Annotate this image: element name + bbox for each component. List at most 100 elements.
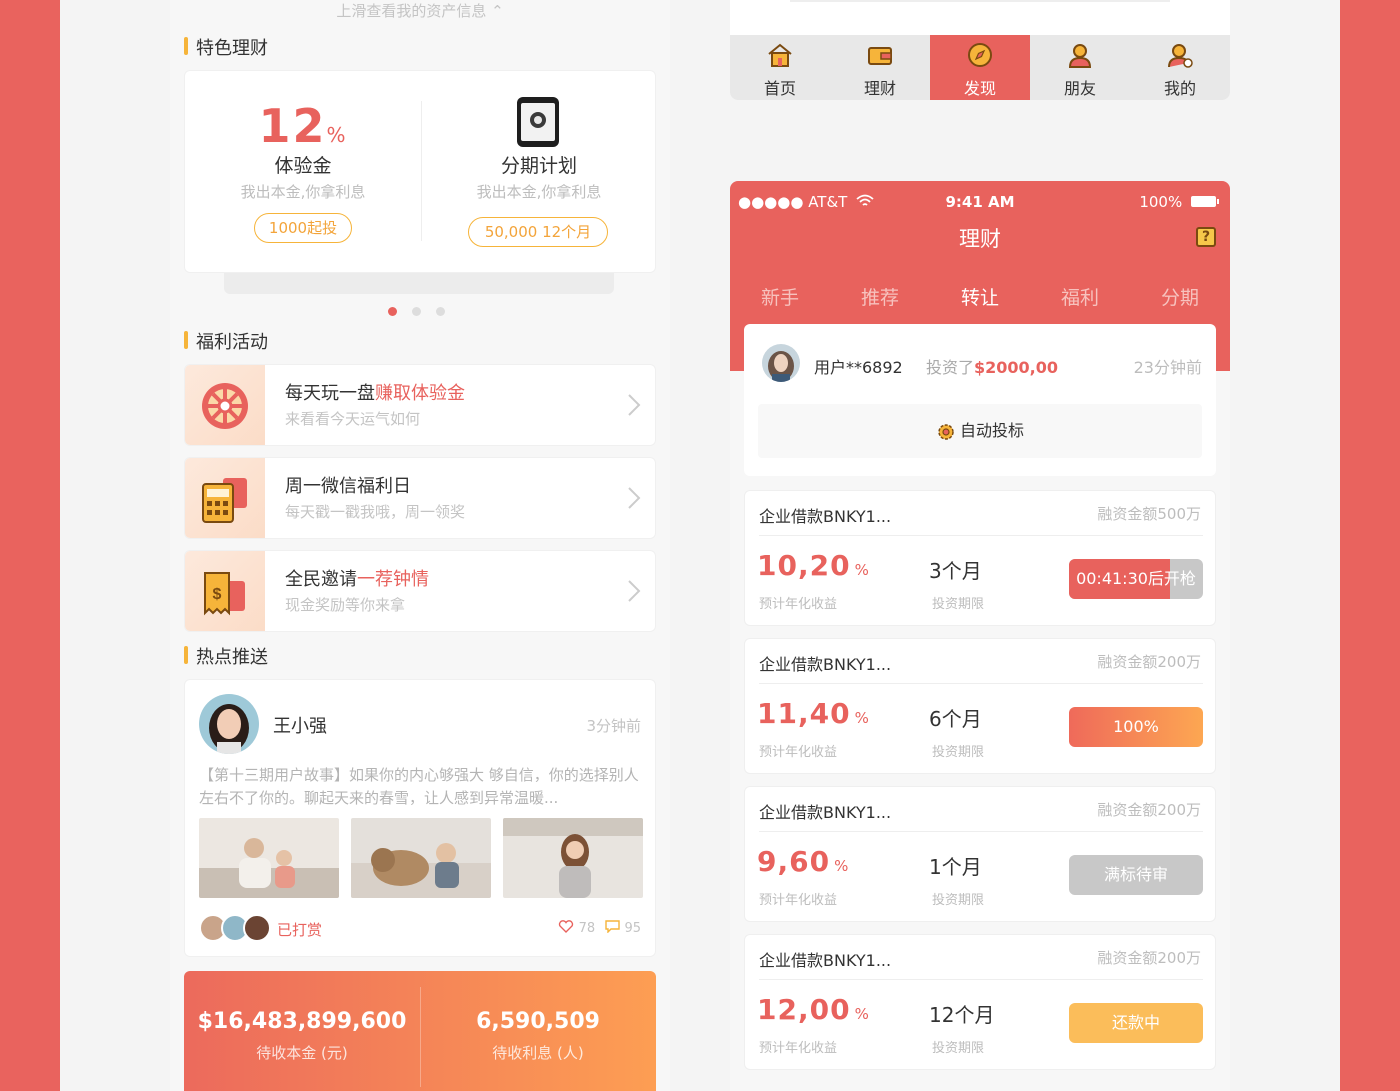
photo-family-image xyxy=(199,818,339,898)
term-label: 投资期限 xyxy=(932,1041,985,1056)
featured-card[interactable]: 12% 体验金 我出本金,你拿利息 1000起投 分期计划 我出本金,你拿利息 … xyxy=(184,70,656,273)
tab-label: 首页 xyxy=(763,79,796,98)
loan-card[interactable]: 企业借款BNKY1... 融资金额200万 9,60% 预计年化收益 1个月 投… xyxy=(744,786,1216,922)
profile-icon xyxy=(1168,44,1193,68)
carousel-dot[interactable] xyxy=(436,307,445,316)
divider xyxy=(759,831,1203,832)
principal-block: $16,483,899,600 待收本金 (元) xyxy=(184,1009,420,1063)
principal-value: $16,483,899,600 xyxy=(197,1009,407,1034)
button-label: 00:41:30后开枪 xyxy=(1076,569,1196,588)
friend-icon xyxy=(1068,44,1092,68)
welfare-item-wheel[interactable]: 每天玩一盘赚取体验金 来看看今天运气如何 xyxy=(184,364,656,446)
section-title-featured: 特色理财 xyxy=(184,34,268,60)
tab-welfare[interactable]: 福利 xyxy=(1030,283,1130,310)
loan-amount: 融资金额500万 xyxy=(1097,505,1201,523)
carousel-dot[interactable] xyxy=(412,307,421,316)
experience-subtitle: 我出本金,你拿利息 xyxy=(240,183,366,201)
photo-dog-image xyxy=(351,818,491,898)
receipt-icon-bg: $ xyxy=(185,551,265,631)
help-icon[interactable]: ? xyxy=(1196,227,1216,247)
welfare-subtitle: 来看看今天运气如何 xyxy=(285,410,421,428)
experience-pill[interactable]: 1000起投 xyxy=(254,213,352,243)
welfare-item-invite[interactable]: $ 全民邀请一荐钟情 现金奖励等你来拿 xyxy=(184,550,656,632)
bottom-tab-bar: 首页 理财 发现 朋友 我的 xyxy=(730,35,1230,100)
rate-unit: % xyxy=(854,561,870,579)
avatar[interactable] xyxy=(199,694,259,754)
divider xyxy=(759,979,1203,980)
loan-card[interactable]: 企业借款BNKY1... 融资金额200万 11,40% 预计年化收益 6个月 … xyxy=(744,638,1216,774)
tab-transfer[interactable]: 转让 xyxy=(930,283,1030,310)
tab-label: 发现 xyxy=(963,79,996,98)
calculator-icon-bg xyxy=(185,458,265,538)
tipper-avatars[interactable] xyxy=(199,913,271,943)
comment-count: 95 xyxy=(624,921,641,936)
welfare-title: 每天玩一盘赚取体验金 xyxy=(285,379,465,405)
heart-icon[interactable] xyxy=(558,920,574,933)
loan-term: 12个月 xyxy=(929,1003,995,1027)
loan-card[interactable]: 企业借款BNKY1... 融资金额500万 10,20% 预计年化收益 3个月 … xyxy=(744,490,1216,626)
post-photo[interactable] xyxy=(199,818,339,898)
gear-icon xyxy=(938,423,954,440)
tab-newbie[interactable]: 新手 xyxy=(730,283,830,310)
principal-label: 待收本金 (元) xyxy=(256,1044,348,1062)
loan-rate: 12,00% xyxy=(757,993,870,1026)
loan-term: 1个月 xyxy=(929,855,982,879)
asset-summary-banner: $16,483,899,600 待收本金 (元) 6,590,509 待收利息 … xyxy=(184,971,656,1091)
experience-gold-column[interactable]: 12% 体验金 我出本金,你拿利息 1000起投 xyxy=(185,71,421,271)
plan-pill[interactable]: 50,000 12个月 xyxy=(468,217,608,247)
invest-progress-button[interactable]: 100% xyxy=(1069,707,1203,747)
status-battery: 100% xyxy=(1139,193,1220,211)
invest-amount: $2000,00 xyxy=(974,358,1059,377)
tab-recommend[interactable]: 推荐 xyxy=(830,283,930,310)
welfare-title-text: 全民邀请 xyxy=(285,569,357,590)
rate-number: 12 xyxy=(258,99,327,153)
loan-rate: 10,20% xyxy=(757,549,870,582)
term-label: 投资期限 xyxy=(932,893,985,908)
tab-label: 理财 xyxy=(863,79,896,98)
welfare-item-wechat[interactable]: 周一微信福利日 每天戳一戳我哦，周一领奖 xyxy=(184,457,656,539)
post-content[interactable]: 【第十三期用户故事】如果你的内心够强大 够自信，你的选择别人左右不了你的。聊起天… xyxy=(199,764,647,810)
like-count: 78 xyxy=(578,921,596,936)
full-pending-button[interactable]: 满标待审 xyxy=(1069,855,1203,895)
installment-plan-column[interactable]: 分期计划 我出本金,你拿利息 50,000 12个月 xyxy=(421,71,657,271)
tab-friends[interactable]: 朋友 xyxy=(1030,35,1130,100)
hot-post-card[interactable]: 王小强 3分钟前 【第十三期用户故事】如果你的内心够强大 够自信，你的选择别人左… xyxy=(184,679,656,957)
tipped-label[interactable]: 已打赏 xyxy=(277,919,322,940)
countdown-button[interactable]: 00:41:30后开枪 xyxy=(1069,559,1203,599)
compass-icon xyxy=(968,43,992,67)
feed-user[interactable]: 用户**6892 xyxy=(814,354,903,378)
investment-feed-card: 用户**6892 投资了$2000,00 23分钟前 自动投标 xyxy=(744,324,1216,476)
post-photo[interactable] xyxy=(503,818,643,898)
loan-rate: 11,40% xyxy=(757,697,870,730)
tab-mine[interactable]: 我的 xyxy=(1130,35,1230,100)
post-author[interactable]: 王小强 xyxy=(273,712,327,738)
welfare-title: 周一微信福利日 xyxy=(285,472,411,498)
page-title: 理财 xyxy=(959,227,1001,251)
tab-discover[interactable]: 发现 xyxy=(930,35,1030,100)
tab-home[interactable]: 首页 xyxy=(730,35,830,100)
comment-icon[interactable] xyxy=(605,920,621,934)
battery-percent: 100% xyxy=(1139,193,1183,211)
chevron-right-icon xyxy=(628,487,641,509)
avatar[interactable] xyxy=(762,344,800,382)
feed-avatar-image xyxy=(762,344,800,382)
section-title-welfare: 福利活动 xyxy=(184,328,268,354)
rate-value: 11,40 xyxy=(757,697,851,730)
phone-product-icon xyxy=(517,97,559,147)
plan-subtitle: 我出本金,你拿利息 xyxy=(476,183,602,201)
rate-label: 预计年化收益 xyxy=(759,1041,838,1056)
loan-term: 6个月 xyxy=(929,707,982,731)
repaying-button[interactable]: 还款中 xyxy=(1069,1003,1203,1043)
carousel-dot-active[interactable] xyxy=(388,307,397,316)
scroll-hint[interactable]: 上滑查看我的资产信息 ⌃ xyxy=(170,0,670,21)
post-photo[interactable] xyxy=(351,818,491,898)
tab-installment[interactable]: 分期 xyxy=(1130,283,1230,310)
tabbar-preview: 首页 理财 发现 朋友 我的 xyxy=(730,0,1230,100)
loan-card[interactable]: 企业借款BNKY1... 融资金额200万 12,00% 预计年化收益 12个月… xyxy=(744,934,1216,1070)
tab-finance[interactable]: 理财 xyxy=(830,35,930,100)
rate-label: 预计年化收益 xyxy=(759,893,838,908)
tab-label: 我的 xyxy=(1163,79,1196,98)
user-avatar-image xyxy=(199,694,259,754)
rate-unit: % xyxy=(854,709,870,727)
auto-bid-button[interactable]: 自动投标 xyxy=(758,404,1202,458)
